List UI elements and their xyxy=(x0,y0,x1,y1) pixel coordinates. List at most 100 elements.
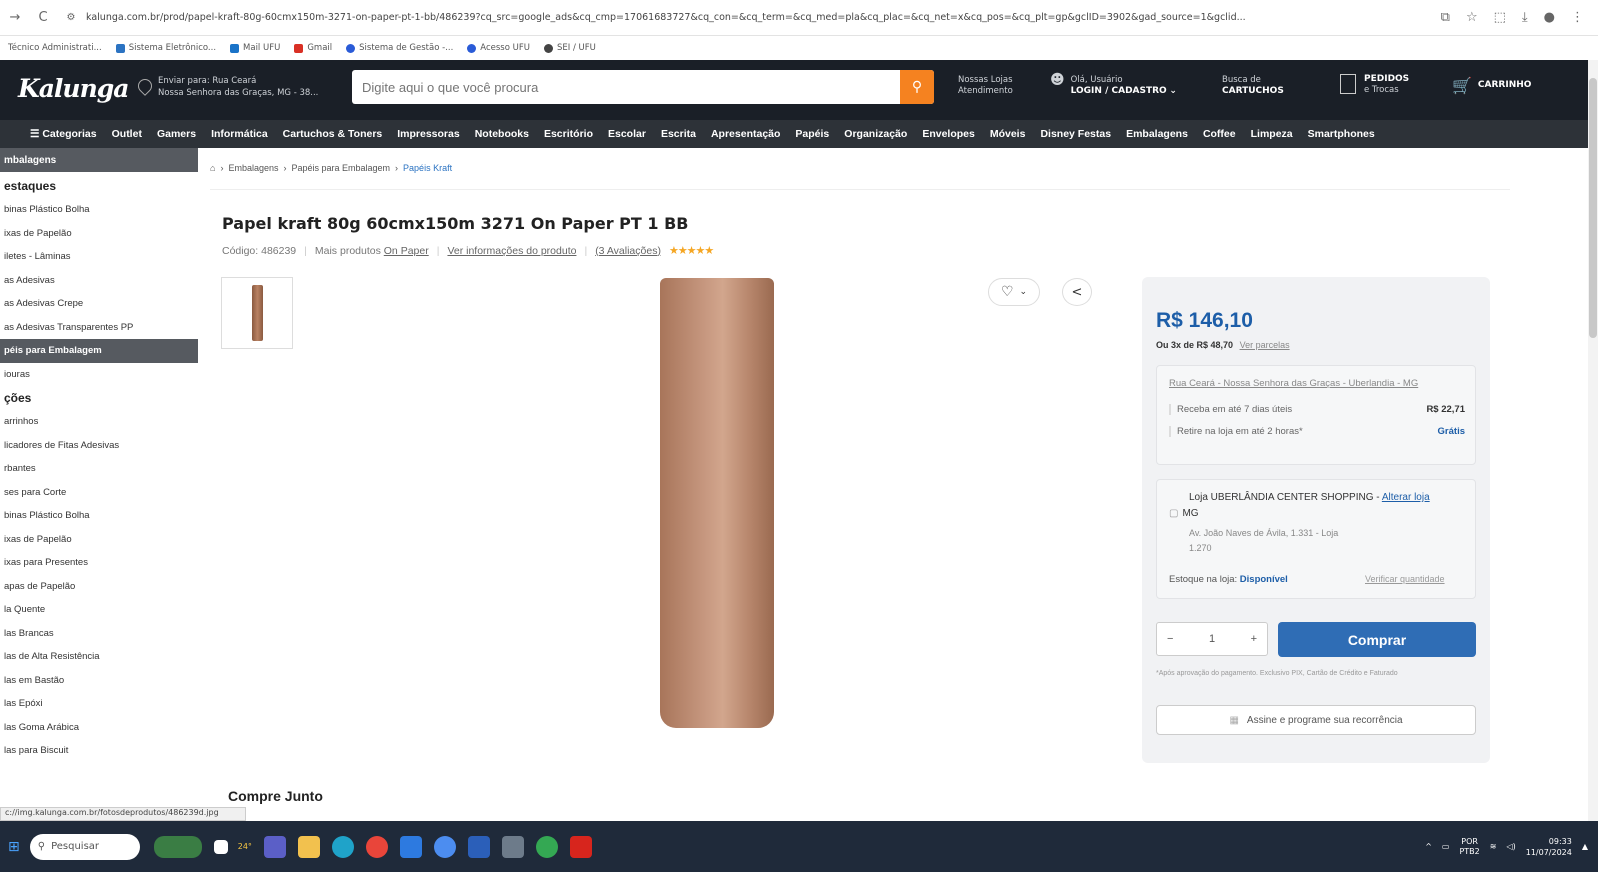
nav-moveis[interactable]: Móveis xyxy=(990,128,1026,140)
product-main-image[interactable] xyxy=(660,278,774,728)
sidebar-item[interactable]: binas Plástico Bolha xyxy=(0,504,198,528)
install-icon[interactable]: ⧉ xyxy=(1441,10,1450,25)
sidebar-item[interactable]: ixas de Papelão xyxy=(0,222,198,246)
bookmark-item[interactable]: SEI / UFU xyxy=(543,43,596,53)
installments-link[interactable]: Ver parcelas xyxy=(1240,340,1290,350)
language-indicator[interactable]: POR PTB2 xyxy=(1459,837,1479,857)
breadcrumb-current[interactable]: Papéis Kraft xyxy=(403,163,452,173)
bookmark-item[interactable]: Sistema de Gestão -... xyxy=(346,43,453,53)
stores-link[interactable]: Nossas Lojas Atendimento xyxy=(958,75,1013,97)
nav-coffee[interactable]: Coffee xyxy=(1203,128,1236,140)
nav-envelopes[interactable]: Envelopes xyxy=(922,128,975,140)
app-icon[interactable] xyxy=(433,835,456,858)
sidebar-item[interactable]: apas de Papelão xyxy=(0,575,198,599)
product-info-link[interactable]: Ver informações do produto xyxy=(447,245,576,257)
download-icon[interactable]: ⤓ xyxy=(1522,10,1528,25)
bookmark-item[interactable]: Técnico Administrati... xyxy=(8,43,102,53)
buy-button[interactable]: Comprar xyxy=(1278,622,1476,657)
sidebar-active-category[interactable]: mbalagens xyxy=(0,148,198,172)
nav-limpeza[interactable]: Limpeza xyxy=(1251,128,1293,140)
notification-icon[interactable]: ▲ xyxy=(1582,842,1588,851)
chrome-alt-icon[interactable] xyxy=(535,835,558,858)
taskbar-search[interactable]: ⚲ Pesquisar xyxy=(29,833,140,860)
orders-link[interactable]: PEDIDOS e Trocas xyxy=(1340,74,1409,96)
sidebar-item-selected[interactable]: péis para Embalagem xyxy=(0,339,198,363)
sidebar-item[interactable]: ses para Corte xyxy=(0,481,198,505)
scrollbar-thumb[interactable] xyxy=(1589,78,1597,338)
share-button[interactable]: < xyxy=(1062,278,1092,306)
brand-link[interactable]: On Paper xyxy=(384,245,429,257)
breadcrumb-item[interactable]: Embalagens xyxy=(228,163,278,173)
quantity-value[interactable]: 1 xyxy=(1209,633,1215,645)
chrome-icon[interactable] xyxy=(365,835,388,858)
bookmark-item[interactable]: Gmail xyxy=(294,43,332,53)
sidebar-item[interactable]: as Adesivas Crepe xyxy=(0,292,198,316)
store-icon[interactable] xyxy=(399,835,422,858)
sidebar-item[interactable]: arrinhos xyxy=(0,410,198,434)
bookmark-item[interactable]: Sistema Eletrônico... xyxy=(115,43,216,53)
back-icon[interactable]: → xyxy=(6,10,24,25)
nav-outlet[interactable]: Outlet xyxy=(112,128,142,140)
sidebar-item[interactable]: ixas para Presentes xyxy=(0,551,198,575)
tray-app-icon[interactable]: ▭ xyxy=(1442,842,1450,851)
check-stock-link[interactable]: Verificar quantidade xyxy=(1365,574,1445,584)
sidebar-item[interactable]: as Adesivas Transparentes PP xyxy=(0,316,198,340)
nav-disney-festas[interactable]: Disney Festas xyxy=(1040,128,1111,140)
sidebar-item[interactable]: las em Bastão xyxy=(0,669,198,693)
change-store-link[interactable]: Alterar loja xyxy=(1382,492,1430,503)
kalunga-logo[interactable]: Kalunga xyxy=(18,74,129,103)
login-link[interactable]: ☻ Olá, Usuário LOGIN / CADASTRO ⌄ xyxy=(1050,73,1177,97)
nav-organizacao[interactable]: Organização xyxy=(844,128,907,140)
reviews-link[interactable]: (3 Avaliações) xyxy=(595,245,661,257)
sidebar-item[interactable]: ixas de Papelão xyxy=(0,528,198,552)
clock[interactable]: 09:33 11/07/2024 xyxy=(1526,836,1572,858)
decrease-button[interactable]: − xyxy=(1167,633,1173,645)
wifi-icon[interactable]: ≋ xyxy=(1490,842,1497,851)
nav-escolar[interactable]: Escolar xyxy=(608,128,646,140)
nav-impressoras[interactable]: Impressoras xyxy=(397,128,459,140)
bookmark-item[interactable]: Acesso UFU xyxy=(467,43,530,53)
search-button[interactable]: ⚲ xyxy=(900,70,934,104)
word-icon[interactable] xyxy=(467,835,490,858)
sidebar-item[interactable]: iletes - Lâminas xyxy=(0,245,198,269)
nav-escrita[interactable]: Escrita xyxy=(661,128,696,140)
delivery-location[interactable]: Enviar para: Rua Ceará Nossa Senhora das … xyxy=(135,75,318,99)
bookmark-item[interactable]: Mail UFU xyxy=(230,43,280,53)
nav-papeis[interactable]: Papéis xyxy=(795,128,829,140)
windows-start-icon[interactable]: ⊞ xyxy=(8,839,20,855)
url-field[interactable]: kalunga.com.br/prod/papel-kraft-80g-60cm… xyxy=(86,12,1441,23)
increase-button[interactable]: + xyxy=(1251,633,1257,645)
bookmark-star-icon[interactable]: ☆ xyxy=(1466,10,1478,25)
sidebar-item[interactable]: las Brancas xyxy=(0,622,198,646)
sidebar-item[interactable]: licadores de Fitas Adesivas xyxy=(0,434,198,458)
subscribe-button[interactable]: ▦ Assine e programe sua recorrência xyxy=(1156,705,1476,735)
nav-smartphones[interactable]: Smartphones xyxy=(1308,128,1375,140)
search-input[interactable] xyxy=(352,79,900,95)
file-explorer-icon[interactable] xyxy=(297,835,320,858)
sidebar-item[interactable]: rbantes xyxy=(0,457,198,481)
cart-link[interactable]: 🛒 CARRINHO xyxy=(1452,78,1531,94)
reload-icon[interactable]: C xyxy=(34,10,52,25)
widgets-icon[interactable] xyxy=(153,835,202,858)
teams-icon[interactable] xyxy=(263,835,286,858)
cartridge-search-link[interactable]: Busca de CARTUCHOS xyxy=(1222,75,1284,97)
nav-embalagens[interactable]: Embalagens xyxy=(1126,128,1188,140)
sidebar-item[interactable]: las Goma Arábica xyxy=(0,716,198,740)
profile-icon[interactable]: ● xyxy=(1544,10,1555,25)
home-icon[interactable]: ⌂ xyxy=(210,163,215,173)
taskview-icon[interactable] xyxy=(213,839,228,854)
favorite-button[interactable]: ♡ ⌄ xyxy=(988,278,1040,306)
sidebar-item[interactable]: as Adesivas xyxy=(0,269,198,293)
sidebar-item[interactable]: la Quente xyxy=(0,598,198,622)
sidebar-item[interactable]: las Epóxi xyxy=(0,692,198,716)
product-thumbnail[interactable] xyxy=(221,277,293,349)
nav-apresentacao[interactable]: Apresentação xyxy=(711,128,780,140)
extensions-icon[interactable]: ⬚ xyxy=(1494,10,1506,25)
nav-gamers[interactable]: Gamers xyxy=(157,128,196,140)
weather-temp[interactable]: 24° xyxy=(238,842,252,851)
site-info-icon[interactable]: ⚙ xyxy=(62,12,80,23)
nav-notebooks[interactable]: Notebooks xyxy=(475,128,529,140)
nav-informatica[interactable]: Informática xyxy=(211,128,268,140)
breadcrumb-item[interactable]: Papéis para Embalagem xyxy=(291,163,390,173)
sidebar-item[interactable]: binas Plástico Bolha xyxy=(0,198,198,222)
